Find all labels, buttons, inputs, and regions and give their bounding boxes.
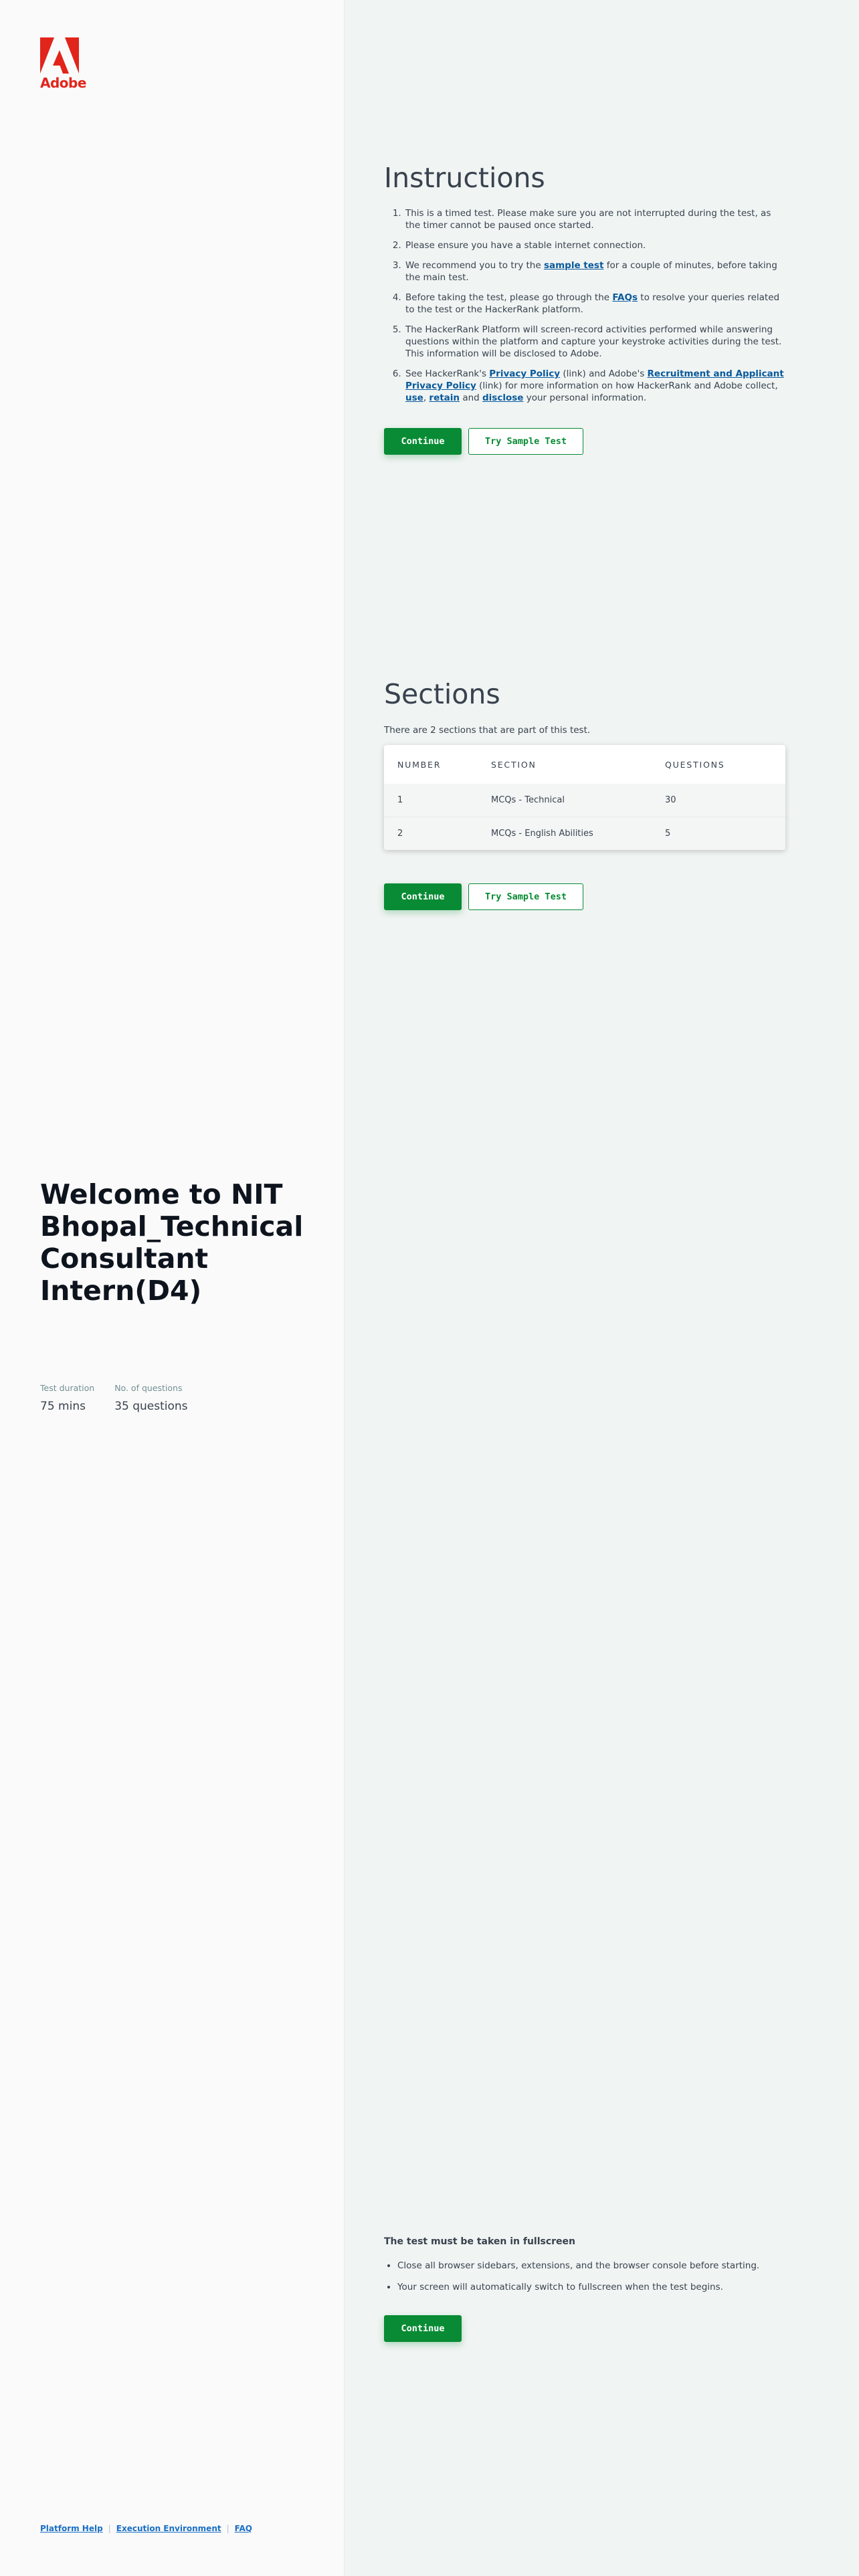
table-row: 1 MCQs - Technical 30 xyxy=(384,784,785,817)
list-item: Your screen will automatically switch to… xyxy=(397,2280,785,2294)
brand-name: Adobe xyxy=(40,75,86,91)
instruction-text: your personal information. xyxy=(523,393,647,403)
instruction-text: (link) for more information on how Hacke… xyxy=(476,381,778,391)
cell-number: 1 xyxy=(397,795,403,805)
instruction-text: (link) and Adobe's xyxy=(560,368,648,379)
instruction-text: We recommend you to try the xyxy=(405,260,544,271)
fullscreen-notice: The test must be taken in fullscreen Clo… xyxy=(384,2236,785,2342)
footer-links: Platform Help | Execution Environment | … xyxy=(40,2524,252,2533)
cell-section: MCQs - Technical xyxy=(491,795,565,805)
table-header: NUMBER SECTION QUESTIONS xyxy=(384,745,785,784)
instruction-item: Please ensure you have a stable internet… xyxy=(404,239,785,251)
instruction-text: Before taking the test, please go throug… xyxy=(405,292,613,303)
left-panel: Adobe Welcome to NIT Bhopal_Technical Co… xyxy=(0,0,345,2576)
sections-table: NUMBER SECTION QUESTIONS 1 MCQs - Techni… xyxy=(384,745,785,850)
instruction-item: The HackerRank Platform will screen-reco… xyxy=(404,324,785,360)
fullscreen-actions: Continue xyxy=(384,2315,785,2342)
try-sample-test-button[interactable]: Try Sample Test xyxy=(468,428,583,455)
instruction-item: See HackerRank's Privacy Policy (link) a… xyxy=(404,368,785,404)
sections-section: Sections There are 2 sections that are p… xyxy=(384,678,785,910)
try-sample-test-button[interactable]: Try Sample Test xyxy=(468,883,583,910)
cell-questions: 5 xyxy=(665,829,671,839)
fullscreen-title: The test must be taken in fullscreen xyxy=(384,2236,576,2247)
continue-button[interactable]: Continue xyxy=(384,2315,462,2342)
instruction-item: We recommend you to try the sample test … xyxy=(404,259,785,284)
stat-test-duration: Test duration 75 mins xyxy=(40,1383,94,1413)
sections-title: Sections xyxy=(384,678,500,710)
test-stats: Test duration 75 mins No. of questions 3… xyxy=(40,1383,188,1413)
instructions-actions: Continue Try Sample Test xyxy=(384,428,785,455)
continue-button[interactable]: Continue xyxy=(384,883,462,910)
platform-help-link[interactable]: Platform Help xyxy=(40,2524,103,2533)
table-body: 1 MCQs - Technical 30 2 MCQs - English A… xyxy=(384,784,785,850)
adobe-logo: Adobe xyxy=(40,37,86,91)
cell-section: MCQs - English Abilities xyxy=(491,829,593,839)
faq-link[interactable]: FAQ xyxy=(235,2524,252,2533)
welcome-title: Welcome to NIT Bhopal_Technical Consulta… xyxy=(40,1178,304,1307)
instruction-link[interactable]: FAQs xyxy=(612,292,638,303)
instructions-section: Instructions This is a timed test. Pleas… xyxy=(384,162,785,455)
stat-label: Test duration xyxy=(40,1383,95,1393)
instruction-link[interactable]: Privacy Policy xyxy=(489,368,560,379)
instructions-list: This is a timed test. Please make sure y… xyxy=(384,207,785,404)
instruction-link[interactable]: disclose xyxy=(482,393,523,403)
column-header-section: SECTION xyxy=(491,759,537,770)
execution-environment-link[interactable]: Execution Environment xyxy=(116,2524,221,2533)
instruction-link[interactable]: sample test xyxy=(544,260,603,271)
adobe-logo-icon xyxy=(40,37,79,74)
instruction-text: Please ensure you have a stable internet… xyxy=(405,240,646,251)
list-item: Close all browser sidebars, extensions, … xyxy=(397,2259,785,2272)
cell-questions: 30 xyxy=(665,795,676,805)
stat-question-count: No. of questions 35 questions xyxy=(114,1383,187,1413)
column-header-number: NUMBER xyxy=(397,759,442,770)
instruction-text: and xyxy=(460,393,483,403)
stat-label: No. of questions xyxy=(114,1383,183,1393)
continue-button[interactable]: Continue xyxy=(384,428,462,455)
instructions-title: Instructions xyxy=(384,162,545,194)
footer-separator: | xyxy=(108,2524,111,2533)
column-header-questions: QUESTIONS xyxy=(665,759,725,770)
instruction-link[interactable]: retain xyxy=(429,393,460,403)
instruction-text: This is a timed test. Please make sure y… xyxy=(405,208,771,231)
sections-actions: Continue Try Sample Test xyxy=(384,883,785,910)
instruction-text: The HackerRank Platform will screen-reco… xyxy=(405,324,782,359)
instruction-text: See HackerRank's xyxy=(405,368,490,379)
instruction-item: Before taking the test, please go throug… xyxy=(404,292,785,316)
footer-separator: | xyxy=(226,2524,229,2533)
stat-value: 75 mins xyxy=(40,1400,86,1413)
sections-description: There are 2 sections that are part of th… xyxy=(384,725,591,736)
instruction-item: This is a timed test. Please make sure y… xyxy=(404,207,785,231)
cell-number: 2 xyxy=(397,829,403,839)
fullscreen-list: Close all browser sidebars, extensions, … xyxy=(384,2259,785,2294)
instruction-link[interactable]: use xyxy=(405,393,423,403)
stat-value: 35 questions xyxy=(114,1400,188,1413)
table-row: 2 MCQs - English Abilities 5 xyxy=(384,817,785,850)
